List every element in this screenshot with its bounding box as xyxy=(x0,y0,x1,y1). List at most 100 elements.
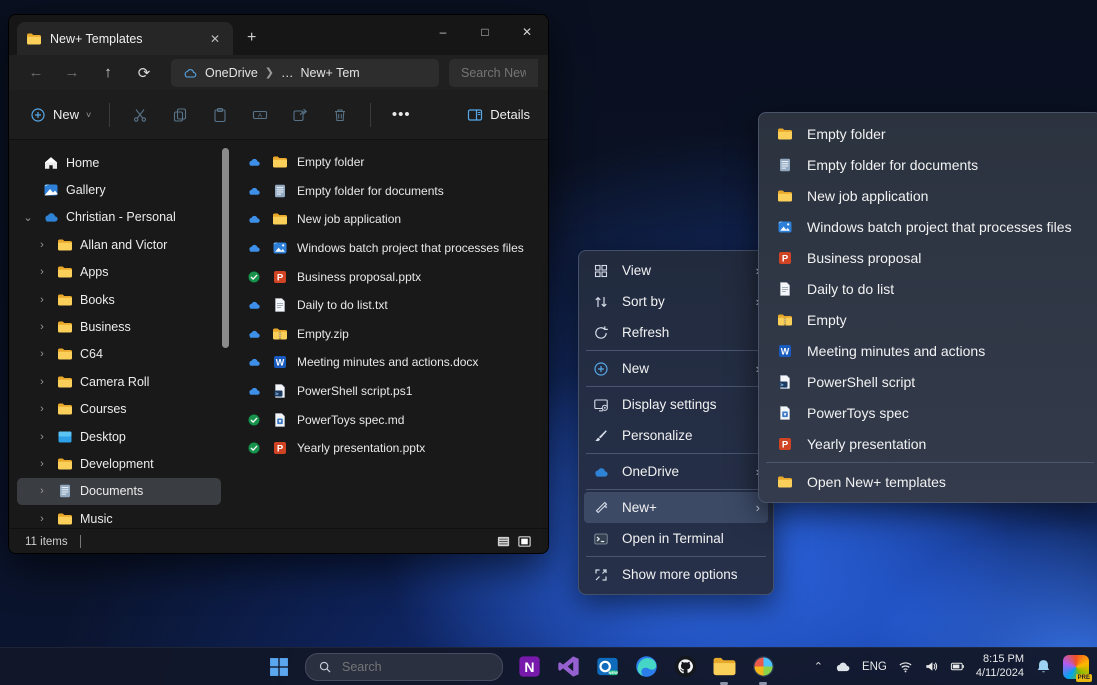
more-options-icon[interactable]: ••• xyxy=(381,98,421,132)
chevron-right-icon[interactable]: › xyxy=(35,348,49,360)
context-menu-item-new[interactable]: New+› xyxy=(584,492,768,523)
chevron-right-icon[interactable]: › xyxy=(35,294,49,306)
start-button[interactable] xyxy=(266,654,292,680)
chevron-right-icon[interactable]: › xyxy=(35,513,49,525)
sidebar-item-development[interactable]: ›Development xyxy=(17,450,221,477)
taskbar-search[interactable] xyxy=(305,653,503,681)
outlook-taskbar-icon[interactable]: NEW xyxy=(594,654,620,680)
volume-icon[interactable] xyxy=(924,659,939,674)
large-icons-view-icon[interactable] xyxy=(517,534,532,549)
chevron-right-icon[interactable]: › xyxy=(35,321,49,333)
taskbar-search-input[interactable] xyxy=(340,659,490,675)
chevron-right-icon[interactable]: › xyxy=(35,485,49,497)
powertoys-taskbar-icon[interactable] xyxy=(750,654,776,680)
file-row-yearly-presentation-pptx[interactable]: PYearly presentation.pptx xyxy=(231,434,548,463)
explorer-taskbar-icon[interactable] xyxy=(711,654,737,680)
search-input[interactable] xyxy=(459,65,528,81)
sidebar-item-documents[interactable]: ›Documents xyxy=(17,478,221,505)
paste-icon[interactable] xyxy=(200,98,240,132)
submenu-item-powertoys-spec[interactable]: ▼PowerToys spec xyxy=(764,397,1096,428)
file-row-meeting-minutes-and-actions-docx[interactable]: WMeeting minutes and actions.docx xyxy=(231,348,548,377)
file-row-empty-folder-for-documents[interactable]: Empty folder for documents xyxy=(231,177,548,206)
notification-bell-icon[interactable] xyxy=(1035,658,1052,675)
chevron-down-icon[interactable]: ⌄ xyxy=(21,211,35,224)
submenu-item-yearly-presentation[interactable]: PYearly presentation xyxy=(764,428,1096,459)
file-row-daily-to-do-list-txt[interactable]: Daily to do list.txt xyxy=(231,291,548,320)
context-menu-item-personalize[interactable]: Personalize xyxy=(584,420,768,451)
sidebar-item-camera-roll[interactable]: ›Camera Roll xyxy=(17,368,221,395)
minimize-button[interactable]: – xyxy=(422,15,464,49)
wifi-icon[interactable] xyxy=(898,659,913,674)
clock[interactable]: 8:15 PM 4/11/2024 xyxy=(976,653,1024,681)
github-taskbar-icon[interactable] xyxy=(672,654,698,680)
cut-icon[interactable] xyxy=(120,98,160,132)
submenu-item-new-job-application[interactable]: New job application xyxy=(764,180,1096,211)
file-row-business-proposal-pptx[interactable]: PBusiness proposal.pptx xyxy=(231,262,548,291)
close-button[interactable]: ✕ xyxy=(506,15,548,49)
search-box[interactable] xyxy=(449,59,538,87)
context-menu-item-open-in-terminal[interactable]: Open in Terminal xyxy=(584,523,768,554)
submenu-item-windows-batch-project-that-processes-files[interactable]: Windows batch project that processes fil… xyxy=(764,211,1096,242)
copilot-icon[interactable]: PRE xyxy=(1063,655,1089,679)
sidebar-item-books[interactable]: ›Books xyxy=(17,286,221,313)
visualstudio-taskbar-icon[interactable] xyxy=(555,654,581,680)
battery-icon[interactable] xyxy=(950,659,965,674)
details-view-icon[interactable] xyxy=(496,534,511,549)
maximize-button[interactable]: □ xyxy=(464,15,506,49)
tab-close-icon[interactable]: ✕ xyxy=(205,31,225,47)
context-menu-item-sort-by[interactable]: Sort by› xyxy=(584,286,768,317)
context-menu-item-refresh[interactable]: Refresh xyxy=(584,317,768,348)
breadcrumb-root[interactable]: OneDrive xyxy=(205,66,258,80)
rename-icon[interactable]: A xyxy=(240,98,280,132)
sidebar-item-allan-and-victor[interactable]: ›Allan and Victor xyxy=(17,231,221,258)
file-row-windows-batch-project-that-processes-files[interactable]: Windows batch project that processes fil… xyxy=(231,234,548,263)
breadcrumb-current[interactable]: New+ Tem xyxy=(301,66,360,80)
sidebar-item-apps[interactable]: ›Apps xyxy=(17,259,221,286)
forward-icon[interactable]: → xyxy=(55,59,89,87)
submenu-item-business-proposal[interactable]: PBusiness proposal xyxy=(764,242,1096,273)
onenote-taskbar-icon[interactable]: N xyxy=(516,654,542,680)
context-menu-item-view[interactable]: View› xyxy=(584,255,768,286)
copy-icon[interactable] xyxy=(160,98,200,132)
submenu-item-open-new-templates[interactable]: Open New+ templates xyxy=(764,466,1096,497)
up-icon[interactable]: ↑ xyxy=(91,59,125,87)
tray-chevron-up-icon[interactable]: ⌃ xyxy=(814,660,823,673)
edge-taskbar-icon[interactable] xyxy=(633,654,659,680)
chevron-right-icon[interactable]: › xyxy=(35,403,49,415)
sidebar-scrollbar[interactable] xyxy=(222,148,229,348)
tab-new-plus-templates[interactable]: New+ Templates ✕ xyxy=(17,22,233,55)
submenu-item-daily-to-do-list[interactable]: Daily to do list xyxy=(764,273,1096,304)
chevron-right-icon[interactable]: › xyxy=(35,458,49,470)
submenu-item-empty-folder[interactable]: Empty folder xyxy=(764,118,1096,149)
file-row-powertoys-spec-md[interactable]: ▼PowerToys spec.md xyxy=(231,405,548,434)
share-icon[interactable] xyxy=(280,98,320,132)
delete-icon[interactable] xyxy=(320,98,360,132)
new-button[interactable]: New ˅ xyxy=(21,100,99,129)
submenu-item-empty[interactable]: Empty xyxy=(764,304,1096,335)
file-row-powershell-script-ps1[interactable]: >_PowerShell script.ps1 xyxy=(231,377,548,406)
context-menu-item-display-settings[interactable]: Display settings xyxy=(584,389,768,420)
submenu-item-empty-folder-for-documents[interactable]: Empty folder for documents xyxy=(764,149,1096,180)
chevron-right-icon[interactable]: › xyxy=(35,239,49,251)
file-row-new-job-application[interactable]: New job application xyxy=(231,205,548,234)
submenu-item-meeting-minutes-and-actions[interactable]: WMeeting minutes and actions xyxy=(764,335,1096,366)
file-row-empty-folder[interactable]: Empty folder xyxy=(231,148,548,177)
language-indicator[interactable]: ENG xyxy=(862,661,887,673)
sidebar-item-courses[interactable]: ›Courses xyxy=(17,396,221,423)
sidebar-item-desktop[interactable]: ›Desktop xyxy=(17,423,221,450)
submenu-item-powershell-script[interactable]: >_PowerShell script xyxy=(764,366,1096,397)
onedrive-tray-icon[interactable] xyxy=(834,658,851,675)
new-tab-button[interactable]: + xyxy=(247,29,256,47)
sidebar-item-music[interactable]: ›Music xyxy=(17,505,221,532)
breadcrumb-ellipsis[interactable]: … xyxy=(281,66,294,80)
back-icon[interactable]: ← xyxy=(19,59,53,87)
details-button[interactable]: Details xyxy=(460,106,536,123)
sidebar-item-christian-personal[interactable]: ⌄Christian - Personal xyxy=(17,204,221,231)
sidebar-item-c64[interactable]: ›C64 xyxy=(17,341,221,368)
chevron-right-icon[interactable]: › xyxy=(35,376,49,388)
sidebar-item-home[interactable]: Home xyxy=(17,149,221,176)
chevron-right-icon[interactable]: › xyxy=(35,266,49,278)
chevron-right-icon[interactable]: › xyxy=(35,431,49,443)
sidebar-item-gallery[interactable]: Gallery xyxy=(17,176,221,203)
refresh-icon[interactable]: ⟳ xyxy=(127,59,161,87)
